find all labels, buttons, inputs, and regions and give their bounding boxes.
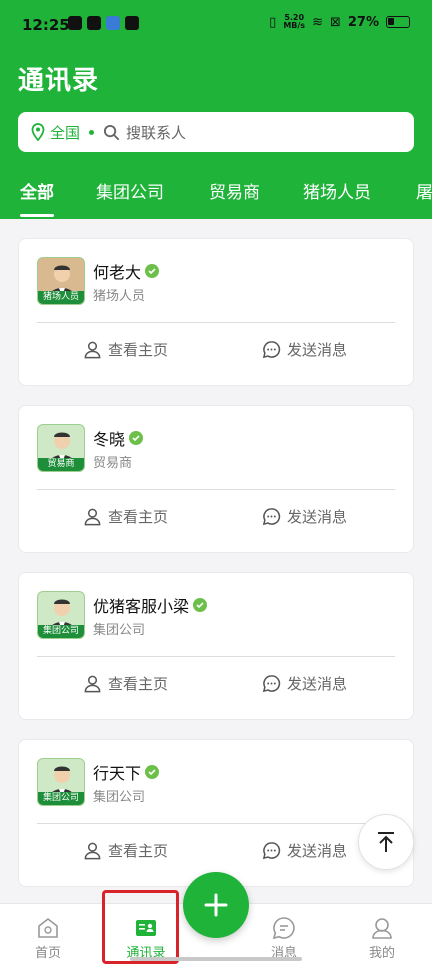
contact-card: 猪场人员 何老大 猪场人员 查看主页 发送消息 — [18, 238, 414, 386]
no-sim-icon: ⊠ — [329, 14, 341, 30]
contact-name-row: 行天下 — [93, 760, 160, 784]
contact-card: 集团公司 行天下 集团公司 查看主页 发送消息 — [18, 739, 414, 887]
add-button[interactable] — [183, 872, 249, 938]
divider — [37, 322, 395, 323]
verified-icon — [193, 598, 208, 612]
tabbar-home-label: 首页 — [34, 946, 61, 961]
tabbar-messages[interactable]: 消息 — [254, 916, 314, 961]
tab-farm-staff[interactable]: 猪场人员 — [303, 178, 371, 203]
role-badge: 集团公司 — [38, 792, 84, 805]
home-icon — [38, 917, 58, 938]
home-indicator — [130, 957, 302, 961]
app-icon — [87, 16, 101, 30]
active-tab-indicator — [20, 214, 54, 217]
network-speed: 5.20 MB/s — [283, 13, 306, 30]
send-message-button[interactable]: 发送消息 — [262, 840, 347, 861]
battery-percent: 27% — [347, 14, 379, 30]
send-message-button[interactable]: 发送消息 — [262, 673, 347, 694]
contact-role: 贸易商 — [93, 456, 133, 471]
contact-name-row: 何老大 — [93, 259, 160, 283]
send-message-label: 发送消息 — [287, 508, 348, 526]
chat-bubble-icon — [262, 341, 281, 359]
scroll-to-top-button[interactable] — [358, 814, 414, 870]
chat-bubble-icon — [262, 842, 281, 860]
verified-icon — [145, 765, 160, 779]
avatar[interactable]: 贸易商 — [37, 424, 85, 472]
view-home-button[interactable]: 查看主页 — [83, 506, 168, 527]
view-home-button[interactable]: 查看主页 — [83, 339, 168, 360]
person-icon — [84, 675, 101, 693]
header: 12:25 ▯ 5.20 MB/s ≋ ⊠ 27% 通讯录 全国 搜联系人 全部 … — [0, 0, 432, 219]
tabbar-mine[interactable]: 我的 — [352, 916, 412, 961]
divider — [37, 656, 395, 657]
view-home-label: 查看主页 — [108, 508, 169, 526]
role-badge: 集团公司 — [38, 625, 84, 638]
send-message-button[interactable]: 发送消息 — [262, 339, 347, 360]
send-message-label: 发送消息 — [287, 675, 348, 693]
contact-name: 冬晓 — [93, 430, 126, 449]
highlight-annotation — [102, 890, 179, 964]
contact-role: 猪场人员 — [93, 289, 146, 304]
contact-role: 集团公司 — [93, 790, 146, 805]
view-home-button[interactable]: 查看主页 — [83, 840, 168, 861]
tab-all[interactable]: 全部 — [20, 178, 54, 203]
chat-bubble-icon — [262, 508, 281, 526]
arrow-up-icon — [378, 832, 394, 852]
view-home-button[interactable]: 查看主页 — [83, 673, 168, 694]
tiktok-icon — [68, 16, 82, 30]
tab-group-company[interactable]: 集团公司 — [96, 178, 164, 203]
contact-name: 优猪客服小梁 — [93, 597, 190, 616]
separator-dot — [89, 129, 95, 135]
verified-icon — [129, 431, 144, 445]
category-tabs: 全部 集团公司 贸易商 猪场人员 屠 — [0, 170, 432, 219]
send-message-label: 发送消息 — [287, 842, 348, 860]
search-icon — [103, 124, 120, 140]
contact-name: 何老大 — [93, 263, 142, 282]
plus-icon — [204, 893, 228, 917]
search-bar[interactable]: 全国 搜联系人 — [18, 112, 414, 152]
avatar[interactable]: 集团公司 — [37, 591, 85, 639]
view-home-label: 查看主页 — [108, 341, 169, 359]
vibrate-icon: ▯ — [269, 14, 277, 30]
chat-bubble-icon — [262, 675, 281, 693]
page-title: 通讯录 — [18, 66, 100, 96]
view-home-label: 查看主页 — [108, 842, 169, 860]
message-icon — [272, 917, 295, 940]
role-badge: 猪场人员 — [38, 291, 84, 304]
wifi-icon: ≋ — [312, 14, 323, 30]
tabbar-mine-label: 我的 — [368, 946, 395, 961]
contact-name-row: 冬晓 — [93, 426, 144, 450]
status-bar: 12:25 ▯ 5.20 MB/s ≋ ⊠ 27% — [0, 0, 432, 50]
status-time: 12:25 — [22, 16, 70, 34]
tab-slaughter[interactable]: 屠 — [416, 178, 432, 203]
notification-icons — [68, 16, 139, 30]
send-message-label: 发送消息 — [287, 341, 348, 359]
contact-name: 行天下 — [93, 764, 142, 783]
divider — [37, 823, 395, 824]
person-icon — [84, 341, 101, 359]
person-icon — [84, 842, 101, 860]
contact-role: 集团公司 — [93, 623, 146, 638]
view-home-label: 查看主页 — [108, 675, 169, 693]
role-badge: 贸易商 — [38, 458, 84, 471]
person-icon — [84, 508, 101, 526]
verified-icon — [145, 264, 160, 278]
tabbar-home[interactable]: 首页 — [18, 916, 78, 961]
avatar[interactable]: 猪场人员 — [37, 257, 85, 305]
send-message-button[interactable]: 发送消息 — [262, 506, 347, 527]
search-input[interactable]: 搜联系人 — [126, 122, 186, 143]
avatar[interactable]: 集团公司 — [37, 758, 85, 806]
tab-trader[interactable]: 贸易商 — [209, 178, 260, 203]
region-selector[interactable]: 全国 — [50, 122, 80, 143]
contact-name-row: 优猪客服小梁 — [93, 593, 208, 617]
app-icon — [106, 16, 120, 30]
contact-card: 集团公司 优猪客服小梁 集团公司 查看主页 发送消息 — [18, 572, 414, 720]
contact-card: 贸易商 冬晓 贸易商 查看主页 发送消息 — [18, 405, 414, 553]
profile-icon — [372, 918, 392, 939]
divider — [37, 489, 395, 490]
battery-icon — [386, 16, 410, 28]
status-indicators: ▯ 5.20 MB/s ≋ ⊠ 27% — [269, 14, 410, 30]
app-icon — [125, 16, 139, 30]
location-pin-icon[interactable] — [30, 123, 46, 141]
